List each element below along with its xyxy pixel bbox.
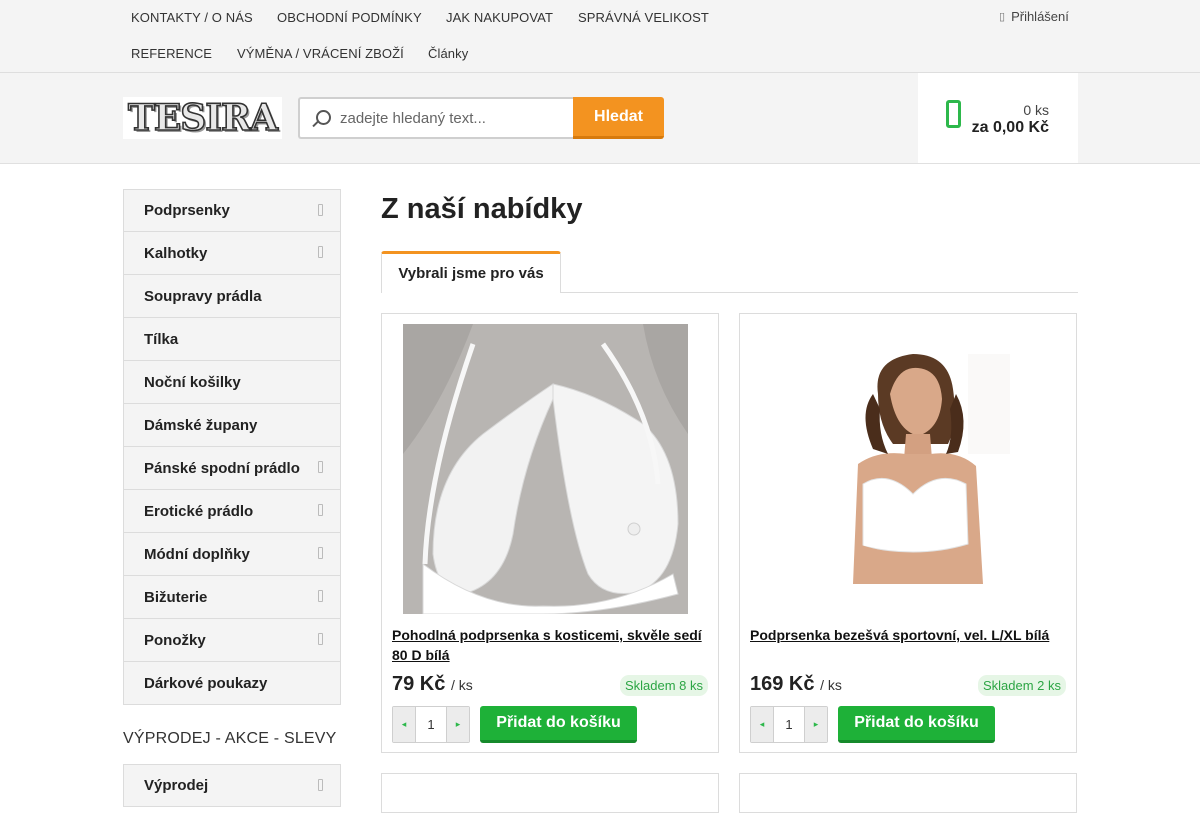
nav-link-clanky[interactable]: Články (428, 46, 468, 61)
sidebar-item-soupravy[interactable]: Soupravy prádla (123, 275, 341, 318)
sidebar-item-label: Bižuterie (144, 588, 208, 606)
sidebar-item-label: Ponožky (144, 631, 206, 649)
sidebar-item-label: Dárkové poukazy (144, 674, 268, 692)
chevron-right-icon (318, 461, 323, 473)
nav-link-kontakty[interactable]: KONTAKTY / O NÁS (131, 10, 253, 25)
chevron-right-icon (318, 590, 323, 602)
add-to-cart-button[interactable]: Přidat do košíku (480, 706, 637, 743)
nav-link-jak-nakupovat[interactable]: JAK NAKUPOVAT (446, 10, 553, 25)
chevron-right-icon (318, 779, 323, 791)
sidebar-item-label: Dámské župany (144, 416, 258, 434)
sidebar-item-poukazy[interactable]: Dárkové poukazy (123, 662, 341, 705)
quantity-stepper: ◂ 1 ▸ (750, 706, 828, 743)
chevron-right-icon (318, 547, 323, 559)
sidebar-item-tilka[interactable]: Tílka (123, 318, 341, 361)
sidebar-item-podprsenky[interactable]: Podprsenky (123, 189, 341, 232)
sidebar-item-label: Tílka (144, 330, 179, 348)
product-card (381, 773, 719, 813)
cart-quantity: 0 ks (1023, 102, 1049, 118)
sidebar-item-label: Erotické prádlo (144, 502, 254, 520)
shopping-bag-icon (946, 100, 961, 128)
quantity-input[interactable]: 1 (773, 707, 805, 742)
chevron-right-icon (318, 246, 323, 258)
sidebar-item-modni-doplnky[interactable]: Módní doplňky (123, 533, 341, 576)
search-box (298, 97, 574, 139)
decrease-button[interactable]: ◂ (393, 707, 415, 742)
logo-text: TESIRA (127, 97, 279, 139)
sidebar-item-ponozky[interactable]: Ponožky (123, 619, 341, 662)
price-unit: / ks (450, 677, 473, 693)
product-image[interactable] (403, 324, 688, 615)
product-title-link[interactable]: Pohodlná podprsenka s kosticemi, skvěle … (392, 625, 712, 665)
stock-badge: Skladem 2 ks (977, 675, 1066, 696)
sidebar-item-vyprodej[interactable]: Výprodej (123, 764, 341, 807)
site-logo[interactable]: TESIRA (123, 97, 282, 139)
sidebar-item-kalhotky[interactable]: Kalhotky (123, 232, 341, 275)
login-link[interactable]: ▯ Přihlášení (999, 9, 1069, 24)
product-card: Pohodlná podprsenka s kosticemi, skvěle … (381, 313, 719, 753)
increase-button[interactable]: ▸ (447, 707, 469, 742)
sidebar-item-eroticke[interactable]: Erotické prádlo (123, 490, 341, 533)
sidebar-item-label: Noční košilky (144, 373, 241, 391)
sale-category-menu: Výprodej (123, 764, 341, 807)
sidebar-item-label: Módní doplňky (144, 545, 250, 563)
cart-widget[interactable]: 0 ks za 0,00 Kč (918, 73, 1078, 163)
sidebar-item-label: Pánské spodní prádlo (144, 459, 300, 477)
product-title-link[interactable]: Podprsenka bezešvá sportovní, vel. L/XL … (750, 625, 1070, 645)
login-label: Přihlášení (1011, 9, 1069, 24)
search-input[interactable] (336, 109, 556, 127)
tab-vybrali-jsme[interactable]: Vybrali jsme pro vás (381, 251, 561, 293)
nav-link-vymena[interactable]: VÝMĚNA / VRÁCENÍ ZBOŽÍ (237, 46, 404, 61)
search-button[interactable]: Hledat (573, 97, 664, 139)
decrease-button[interactable]: ◂ (751, 707, 773, 742)
nav-link-reference[interactable]: REFERENCE (131, 46, 212, 61)
chevron-right-icon (318, 633, 323, 645)
price-unit: / ks (820, 677, 842, 693)
increase-button[interactable]: ▸ (805, 707, 827, 742)
sidebar-item-label: Kalhotky (144, 244, 208, 262)
chevron-right-icon (318, 504, 323, 516)
stock-badge: Skladem 8 ks (619, 675, 708, 696)
product-image[interactable] (818, 354, 1010, 584)
product-price: 79 Kč / ks (392, 673, 473, 696)
quantity-input[interactable]: 1 (415, 707, 447, 742)
search-icon (300, 99, 336, 137)
add-to-cart-button[interactable]: Přidat do košíku (838, 706, 995, 743)
nav-link-spravna-velikost[interactable]: SPRÁVNÁ VELIKOST (578, 10, 709, 25)
nav-link-obchodni-podminky[interactable]: OBCHODNÍ PODMÍNKY (277, 10, 422, 25)
cart-total: za 0,00 Kč (971, 119, 1049, 136)
sidebar-item-label: Výprodej (144, 777, 209, 794)
sidebar-item-panske[interactable]: Pánské spodní prádlo (123, 447, 341, 490)
sidebar-item-label: Soupravy prádla (144, 287, 262, 305)
sidebar-item-bizuterie[interactable]: Bižuterie (123, 576, 341, 619)
user-icon: ▯ (999, 11, 1006, 23)
sale-section-title: VÝPRODEJ - AKCE - SLEVY (123, 730, 337, 747)
product-price: 169 Kč / ks (750, 673, 842, 696)
price-value: 79 Kč (392, 673, 446, 695)
price-value: 169 Kč (750, 673, 815, 695)
sidebar-item-zupany[interactable]: Dámské župany (123, 404, 341, 447)
sidebar-item-label: Podprsenky (144, 202, 230, 219)
sidebar-item-nocni-kosilky[interactable]: Noční košilky (123, 361, 341, 404)
category-menu: Podprsenky Kalhotky Soupravy prádla Tílk… (123, 189, 341, 705)
page-title: Z naší nabídky (381, 193, 583, 225)
quantity-stepper: ◂ 1 ▸ (392, 706, 470, 743)
product-card (739, 773, 1077, 813)
chevron-right-icon (318, 204, 323, 216)
product-card: Podprsenka bezešvá sportovní, vel. L/XL … (739, 313, 1077, 753)
